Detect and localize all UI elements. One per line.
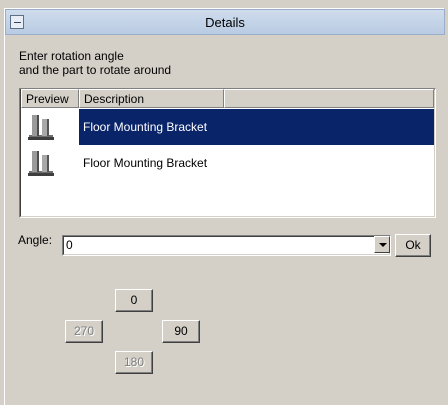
ok-button[interactable]: Ok bbox=[395, 234, 431, 257]
angle-combobox[interactable]: 0 bbox=[62, 235, 391, 256]
details-panel: Details Enter rotation angle and the par… bbox=[4, 8, 445, 405]
list-item-description: Floor Mounting Bracket bbox=[79, 109, 434, 145]
rotate-0-button[interactable]: 0 bbox=[115, 289, 153, 312]
rotate-90-button[interactable]: 90 bbox=[162, 320, 200, 343]
parts-list[interactable]: Preview Description Floor Mounting Brack… bbox=[19, 88, 436, 218]
column-header-empty[interactable] bbox=[224, 89, 434, 108]
chevron-down-icon[interactable] bbox=[374, 236, 390, 253]
column-header-description[interactable]: Description bbox=[79, 89, 224, 108]
rotate-180-button[interactable]: 180 bbox=[115, 351, 153, 374]
rotate-270-button[interactable]: 270 bbox=[65, 320, 103, 343]
details-header[interactable]: Details bbox=[5, 9, 445, 35]
list-item[interactable]: Floor Mounting Bracket bbox=[20, 145, 435, 181]
list-item[interactable]: Floor Mounting Bracket bbox=[20, 109, 435, 145]
angle-label: Angle: bbox=[18, 233, 53, 247]
details-title: Details bbox=[205, 15, 245, 30]
column-header-preview[interactable]: Preview bbox=[21, 89, 79, 108]
list-item-description: Floor Mounting Bracket bbox=[83, 156, 208, 170]
instruction-line-1: Enter rotation angle bbox=[19, 49, 124, 63]
instruction-line-2: and the part to rotate around bbox=[19, 63, 172, 77]
angle-value[interactable]: 0 bbox=[66, 238, 73, 252]
bracket-part-icon bbox=[28, 151, 54, 176]
instructions: Enter rotation angle and the part to rot… bbox=[19, 49, 171, 77]
bracket-part-icon bbox=[28, 115, 54, 140]
